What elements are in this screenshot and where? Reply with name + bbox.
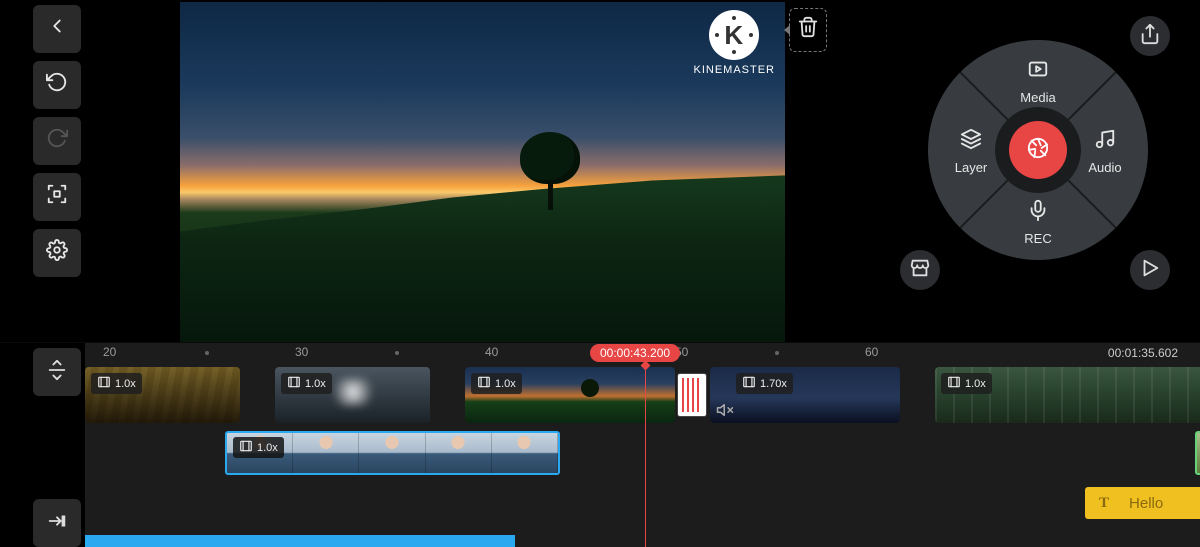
video-clip[interactable]: + 1.0x <box>85 367 240 423</box>
ruler-mark: 20 <box>103 345 116 359</box>
ruler-dot <box>775 351 779 355</box>
clip-speed-chip: 1.0x <box>471 373 522 394</box>
ruler-mark: 40 <box>485 345 498 359</box>
wheel-layer-label: Layer <box>955 160 988 175</box>
chevron-left-icon <box>46 15 68 43</box>
jump-to-start-button[interactable] <box>33 499 81 547</box>
audio-or-layer-bar[interactable] <box>85 535 515 547</box>
filmstrip-icon <box>287 375 301 392</box>
right-panel: Media Layer Audio REC <box>880 0 1200 342</box>
wheel-media-label: Media <box>1020 90 1055 105</box>
capture-frame-button[interactable] <box>33 173 81 221</box>
play-icon <box>1139 257 1161 284</box>
preview-area: KINEMASTER <box>85 0 880 342</box>
project-settings-button[interactable] <box>33 229 81 277</box>
timeline-zoom-fit-button[interactable] <box>33 348 81 396</box>
clip-speed-chip: 1.0x <box>941 373 992 394</box>
wheel-media-button[interactable]: Media <box>1003 58 1073 105</box>
media-folder-icon <box>1003 58 1073 86</box>
text-layer-clip[interactable]: T Hello <box>1085 487 1200 519</box>
video-clip[interactable]: + 1.0x <box>465 367 675 423</box>
ruler-mark: 30 <box>295 345 308 359</box>
gear-icon <box>46 239 68 267</box>
asset-store-button[interactable] <box>900 250 940 290</box>
watermark-text: KINEMASTER <box>693 64 775 76</box>
media-wheel: Media Layer Audio REC <box>928 40 1148 260</box>
filmstrip-icon <box>239 439 253 456</box>
timeline-fit-icon <box>46 359 68 386</box>
editor-top-area: KINEMASTER Media <box>0 0 1200 342</box>
capture-frame-icon <box>46 183 68 211</box>
delete-watermark-button[interactable] <box>789 8 827 52</box>
video-clip[interactable]: 1.70x <box>710 367 900 423</box>
primary-video-track: + 1.0x + 1.0x + 1.0x <box>85 367 1200 425</box>
clip-speed-chip: 1.0x <box>281 373 332 394</box>
ruler-dot <box>395 351 399 355</box>
clip-speed-chip: 1.70x <box>736 373 793 394</box>
kinemaster-logo-icon <box>709 10 759 60</box>
filmstrip-icon <box>742 375 756 392</box>
text-layer-icon: T <box>1099 495 1109 512</box>
timeline-area: 20 30 40 50 60 00:00:43.200 00:01:35.602… <box>0 342 1200 547</box>
redo-icon <box>46 127 68 155</box>
video-layer-clip[interactable] <box>1195 431 1200 475</box>
video-clip[interactable]: + 1.0x <box>935 367 1200 423</box>
wheel-rec-label: REC <box>1024 231 1051 246</box>
play-button[interactable] <box>1130 250 1170 290</box>
app-watermark[interactable]: KINEMASTER <box>693 10 775 76</box>
playhead-time-badge: 00:00:43.200 <box>590 344 680 362</box>
playhead[interactable] <box>645 365 646 547</box>
video-preview[interactable]: KINEMASTER <box>180 2 785 342</box>
layer-track-1: 1.0x T Hello <box>85 431 1200 477</box>
clip-muted-icon <box>716 401 734 419</box>
ruler-dot <box>205 351 209 355</box>
undo-button[interactable] <box>33 61 81 109</box>
timeline-total-duration: 00:01:35.602 <box>1108 346 1178 360</box>
redo-button[interactable] <box>33 117 81 165</box>
filmstrip-icon <box>97 375 111 392</box>
microphone-icon <box>1003 199 1073 227</box>
transition-slot[interactable] <box>677 373 707 417</box>
trash-icon <box>797 16 819 44</box>
video-layer-clip[interactable]: 1.0x <box>225 431 560 475</box>
store-icon <box>909 257 931 284</box>
filmstrip-icon <box>947 375 961 392</box>
back-button[interactable] <box>33 5 81 53</box>
undo-icon <box>46 71 68 99</box>
timeline-toolbar <box>0 343 85 547</box>
layer-track-2 <box>85 535 1200 547</box>
shutter-icon <box>1027 137 1049 164</box>
timeline[interactable]: 20 30 40 50 60 00:00:43.200 00:01:35.602… <box>85 343 1200 547</box>
clip-speed-chip: 1.0x <box>91 373 142 394</box>
ruler-mark: 60 <box>865 345 878 359</box>
wheel-rec-button[interactable]: REC <box>1003 199 1073 246</box>
filmstrip-icon <box>477 375 491 392</box>
video-clip[interactable]: + 1.0x <box>275 367 430 423</box>
clip-speed-chip: 1.0x <box>233 437 284 458</box>
text-layer-content: Hello <box>1129 495 1163 512</box>
left-toolbar <box>0 0 85 342</box>
wheel-center-shutter-button[interactable] <box>1009 121 1067 179</box>
wheel-audio-label: Audio <box>1088 160 1121 175</box>
